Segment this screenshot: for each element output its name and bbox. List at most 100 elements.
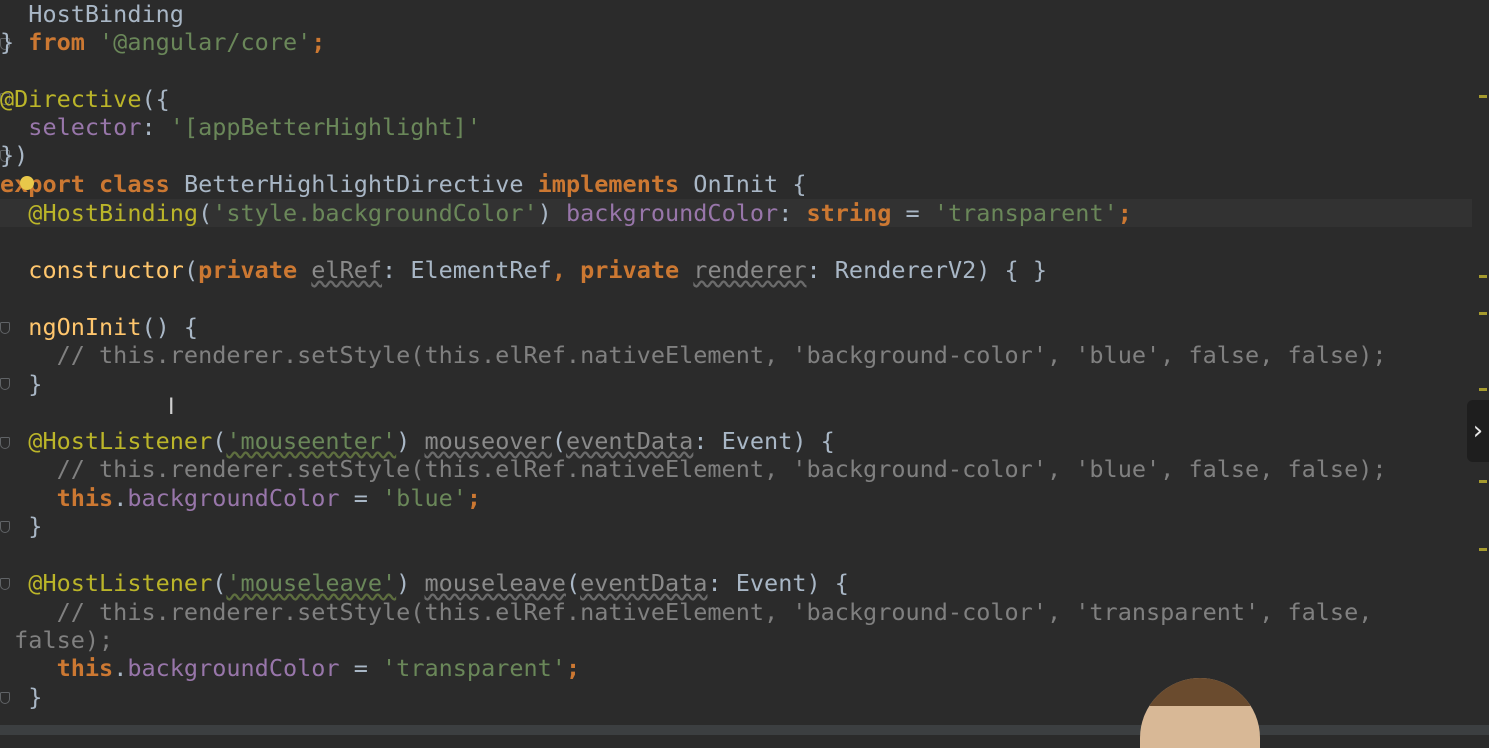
warning-stripe-mark[interactable]: [1479, 548, 1487, 551]
ibeam-cursor-icon: I: [168, 395, 175, 420]
code-line-12[interactable]: ngOnInit() {: [0, 313, 198, 341]
code-token: ({: [141, 85, 170, 113]
presenter-hair: [1146, 678, 1254, 706]
code-token: from: [28, 28, 85, 56]
code-token: }: [0, 370, 43, 398]
code-token: (: [551, 427, 566, 455]
code-comment: // this.renderer.setStyle(this.elRef.nat…: [0, 341, 1387, 369]
code-token: (: [212, 569, 227, 597]
code-token: ngOnInit: [28, 313, 142, 341]
code-token: renderer: [693, 256, 807, 284]
code-token: =: [339, 654, 383, 682]
chevron-right-icon[interactable]: ›: [1467, 400, 1489, 462]
code-token: HostBinding: [0, 0, 184, 28]
code-token: implements: [537, 170, 694, 198]
code-token: @Directive: [0, 85, 142, 113]
code-token: : Event) {: [707, 569, 849, 597]
presenter-webcam-overlay: [1140, 678, 1260, 748]
warning-stripe-mark[interactable]: [1479, 95, 1487, 98]
code-token: (: [198, 199, 213, 227]
code-token: class: [99, 170, 184, 198]
code-line-16[interactable]: @HostListener('mouseenter') mouseover(ev…: [0, 427, 835, 455]
code-token: private: [198, 256, 312, 284]
code-token: this: [56, 484, 114, 512]
code-token: =: [891, 199, 934, 227]
lightbulb-icon[interactable]: [20, 176, 34, 190]
code-token: this: [56, 654, 114, 682]
warning-stripe-mark[interactable]: [1479, 480, 1487, 483]
code-token: selector: [28, 113, 142, 141]
code-token: eventData: [580, 569, 708, 597]
code-token: OnInit {: [693, 170, 807, 198]
code-token: .: [113, 484, 128, 512]
code-line-7[interactable]: export class BetterHighlightDirective im…: [0, 170, 806, 198]
code-editor[interactable]: HostBinding } from '@angular/core'; @Dir…: [0, 0, 1489, 748]
code-line-5[interactable]: selector: '[appBetterHighlight]': [0, 113, 481, 141]
code-line-6[interactable]: }): [0, 141, 28, 169]
warning-stripe-mark[interactable]: [1479, 312, 1487, 315]
code-token: (: [565, 569, 581, 597]
code-token: '@angular/core': [84, 28, 312, 56]
code-token: : Event) {: [693, 427, 835, 455]
code-line-10[interactable]: constructor(private elRef: ElementRef, p…: [0, 256, 1047, 284]
code-token: private: [580, 256, 694, 284]
code-token: 'style.backgroundColor': [212, 199, 538, 227]
code-line-19[interactable]: }: [0, 512, 42, 540]
code-token: mouseleave: [424, 569, 566, 597]
code-line-4[interactable]: @Directive({: [0, 85, 170, 113]
horizontal-scrollbar[interactable]: [0, 725, 1489, 735]
code-token: ): [537, 199, 566, 227]
code-token: @HostListener: [28, 427, 213, 455]
code-line-22[interactable]: // this.renderer.setStyle(this.elRef.nat…: [0, 598, 1373, 626]
code-token: :: [778, 199, 807, 227]
code-token: }: [0, 28, 29, 56]
code-token: 'blue': [382, 484, 467, 512]
code-token: BetterHighlightDirective: [183, 170, 538, 198]
code-token: :: [141, 113, 170, 141]
code-token: ): [396, 427, 425, 455]
code-token: : ElementRef: [382, 256, 552, 284]
code-line-13[interactable]: // this.renderer.setStyle(this.elRef.nat…: [0, 341, 1387, 369]
code-token: ;: [1117, 199, 1132, 227]
code-token: }: [0, 512, 43, 540]
code-line-14[interactable]: }: [0, 370, 42, 398]
code-token: 'transparent': [382, 654, 566, 682]
code-token: : RendererV2) { }: [806, 256, 1048, 284]
code-token: elRef: [311, 256, 383, 284]
code-line-21[interactable]: @HostListener('mouseleave') mouseleave(e…: [0, 569, 849, 597]
code-token: mouseover: [424, 427, 552, 455]
code-line-24[interactable]: this.backgroundColor = 'transparent';: [0, 654, 581, 682]
warning-stripe-mark[interactable]: [1479, 275, 1487, 278]
code-comment: false);: [0, 626, 114, 654]
code-token: ;: [311, 28, 326, 56]
code-token: =: [339, 484, 383, 512]
code-token: '[appBetterHighlight]': [169, 113, 482, 141]
code-token: export: [0, 170, 100, 198]
error-stripe-scrollbar[interactable]: [1475, 0, 1489, 735]
code-token: backgroundColor: [565, 199, 779, 227]
code-token: string: [806, 199, 892, 227]
code-token: (: [212, 427, 227, 455]
code-line-2[interactable]: } from '@angular/core';: [0, 28, 325, 56]
code-line-23[interactable]: false);: [0, 626, 113, 654]
code-token: }: [0, 683, 43, 711]
warning-stripe-mark[interactable]: [1479, 388, 1487, 391]
code-comment: // this.renderer.setStyle(this.elRef.nat…: [0, 598, 1373, 626]
code-line-18[interactable]: this.backgroundColor = 'blue';: [0, 484, 481, 512]
code-token: ;: [565, 654, 581, 682]
code-line-17[interactable]: // this.renderer.setStyle(this.elRef.nat…: [0, 455, 1387, 483]
code-line-25[interactable]: }: [0, 683, 42, 711]
code-line-1[interactable]: HostBinding: [0, 0, 184, 28]
code-token: .: [113, 654, 128, 682]
code-token: ,: [551, 256, 581, 284]
code-line-8[interactable]: @HostBinding('style.backgroundColor') ba…: [0, 199, 1132, 227]
code-token: backgroundColor: [127, 654, 340, 682]
